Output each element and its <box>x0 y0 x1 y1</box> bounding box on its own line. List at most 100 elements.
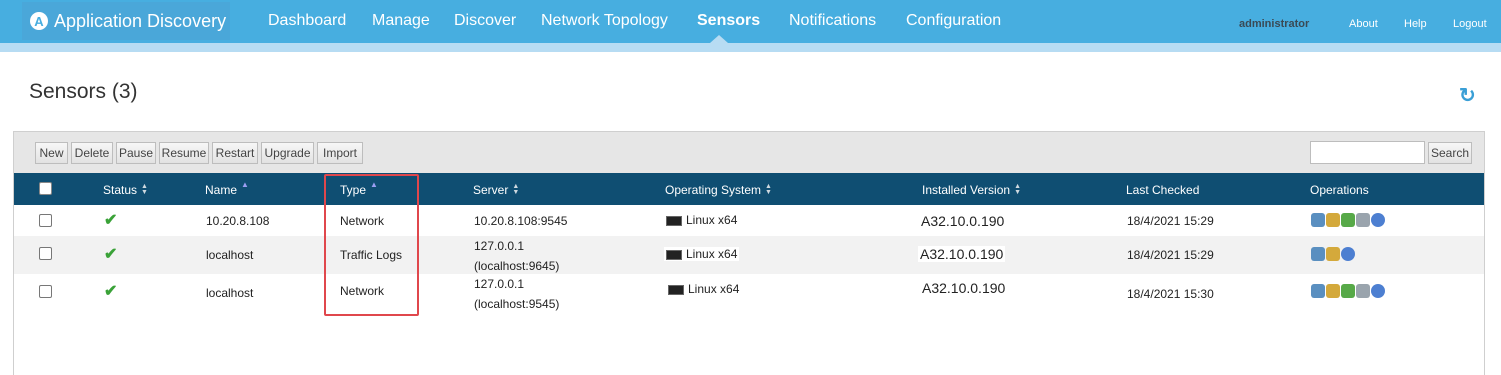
settings-icon[interactable] <box>1311 247 1325 261</box>
header-status[interactable]: Status ▲ ▼ <box>103 183 148 197</box>
sensor-version: A32.10.0.190 <box>922 280 1006 296</box>
terminal-icon <box>666 215 682 226</box>
header-version-label: Installed Version <box>922 183 1011 197</box>
header-os-label: Operating System <box>665 183 762 197</box>
nav-notifications[interactable]: Notifications <box>789 12 876 30</box>
server-address: 127.0.0.1 <box>474 277 525 291</box>
toolbar: New Delete Pause Resume Restart Upgrade … <box>14 132 1484 173</box>
pause-button[interactable]: Pause <box>116 142 156 164</box>
sensor-os-label: Linux x64 <box>688 282 740 296</box>
search-input[interactable] <box>1310 141 1425 164</box>
logout-link[interactable]: Logout <box>1453 18 1487 30</box>
active-tab-indicator <box>710 35 728 43</box>
terminal-icon <box>668 284 684 295</box>
sensor-name: localhost <box>206 248 254 262</box>
delete-button[interactable]: Delete <box>71 142 113 164</box>
resume-button[interactable]: Resume <box>159 142 209 164</box>
sort-icon: ▲ ▼ <box>512 183 520 196</box>
upgrade-icon[interactable] <box>1356 284 1370 298</box>
info-icon[interactable] <box>1371 213 1385 227</box>
row-checkbox[interactable] <box>39 285 52 298</box>
upgrade-button[interactable]: Upgrade <box>261 142 314 164</box>
nav-sensors[interactable]: Sensors <box>697 12 760 30</box>
header-server-label: Server <box>473 183 509 197</box>
sensor-version: A32.10.0.190 <box>921 213 1005 229</box>
sensors-panel: New Delete Pause Resume Restart Upgrade … <box>13 131 1485 375</box>
server-address: 127.0.0.1 <box>474 239 525 253</box>
row-operations <box>1311 284 1385 298</box>
user-name[interactable]: administrator <box>1239 18 1309 30</box>
sensor-server: 10.20.8.108:9545 <box>474 214 568 228</box>
table-row[interactable]: ✔ 10.20.8.108 Network 10.20.8.108:9545 L… <box>14 205 1484 236</box>
last-checked: 18/4/2021 15:29 <box>1127 214 1214 228</box>
sensor-os-label: Linux x64 <box>686 247 738 261</box>
row-operations <box>1311 247 1355 261</box>
info-icon[interactable] <box>1371 284 1385 298</box>
sort-ascending-icon: ▲ <box>241 179 249 189</box>
header-os[interactable]: Operating System ▲ ▼ <box>665 183 772 197</box>
server-host: (localhost:9545) <box>474 297 560 311</box>
nav-discover[interactable]: Discover <box>454 12 516 30</box>
page-title: Sensors (3) <box>29 80 138 103</box>
refresh-icon[interactable]: ↻ <box>1459 86 1479 106</box>
sensor-os-label: Linux x64 <box>686 213 738 227</box>
select-all-checkbox[interactable] <box>39 182 52 195</box>
sensor-server: 127.0.0.1 (localhost:9645) <box>474 236 559 276</box>
settings-icon[interactable] <box>1311 284 1325 298</box>
app-title: Application Discovery <box>54 10 227 31</box>
status-ok-icon: ✔ <box>104 283 118 300</box>
top-nav-bar: A Application Discovery Dashboard Manage… <box>0 0 1501 43</box>
app-brand[interactable]: A Application Discovery <box>22 2 230 40</box>
edit-icon[interactable] <box>1326 284 1340 298</box>
restart-icon[interactable] <box>1341 213 1355 227</box>
edit-icon[interactable] <box>1326 247 1340 261</box>
restart-icon[interactable] <box>1341 284 1355 298</box>
table-header: Status ▲ ▼ Name ▲ Type ▲ Server ▲ ▼ Operat… <box>14 173 1484 205</box>
help-link[interactable]: Help <box>1404 18 1427 30</box>
header-last-checked-label: Last Checked <box>1126 183 1200 197</box>
nav-network-topology[interactable]: Network Topology <box>541 12 668 30</box>
nav-configuration[interactable]: Configuration <box>906 12 1001 30</box>
last-checked: 18/4/2021 15:30 <box>1127 287 1214 301</box>
row-checkbox[interactable] <box>39 247 52 260</box>
nav-stripe <box>0 43 1501 52</box>
header-last-checked[interactable]: Last Checked <box>1126 183 1199 197</box>
edit-icon[interactable] <box>1326 213 1340 227</box>
header-version[interactable]: Installed Version ▲ ▼ <box>922 183 1021 197</box>
sort-icon: ▲ ▼ <box>141 183 148 196</box>
server-host: (localhost:9645) <box>474 259 560 273</box>
status-ok-icon: ✔ <box>104 212 118 229</box>
restart-button[interactable]: Restart <box>212 142 258 164</box>
nav-manage[interactable]: Manage <box>372 12 430 30</box>
header-operations: Operations <box>1310 183 1369 197</box>
sensor-name: 10.20.8.108 <box>206 214 270 228</box>
status-ok-icon: ✔ <box>104 246 118 263</box>
sensor-version: A32.10.0.190 <box>918 246 1006 262</box>
upgrade-icon[interactable] <box>1356 213 1370 227</box>
type-column-highlight <box>324 174 419 316</box>
search-button[interactable]: Search <box>1428 142 1472 164</box>
table-row[interactable]: ✔ localhost Traffic Logs 127.0.0.1 (loca… <box>14 236 1484 274</box>
about-link[interactable]: About <box>1349 18 1378 30</box>
import-button[interactable]: Import <box>317 142 363 164</box>
header-status-label: Status <box>103 183 138 197</box>
info-icon[interactable] <box>1341 247 1355 261</box>
header-operations-label: Operations <box>1310 183 1369 197</box>
settings-icon[interactable] <box>1311 213 1325 227</box>
sensor-os: Linux x64 <box>666 213 737 227</box>
nav-dashboard[interactable]: Dashboard <box>268 12 346 30</box>
table-row[interactable]: ✔ localhost Network 127.0.0.1 (localhost… <box>14 274 1484 314</box>
sensor-name: localhost <box>206 286 254 300</box>
last-checked: 18/4/2021 15:29 <box>1127 248 1214 262</box>
header-server[interactable]: Server ▲ ▼ <box>473 183 519 197</box>
terminal-icon <box>666 249 682 260</box>
new-button[interactable]: New <box>35 142 68 164</box>
row-checkbox[interactable] <box>39 214 52 227</box>
sort-icon: ▲ ▼ <box>765 183 772 196</box>
sort-icon: ▲ ▼ <box>1014 183 1021 196</box>
sensor-server: 127.0.0.1 (localhost:9545) <box>474 274 559 314</box>
row-operations <box>1311 213 1385 227</box>
sensor-os: Linux x64 <box>668 282 739 296</box>
header-name[interactable]: Name ▲ <box>205 179 249 198</box>
sensor-os: Linux x64 <box>664 247 740 261</box>
